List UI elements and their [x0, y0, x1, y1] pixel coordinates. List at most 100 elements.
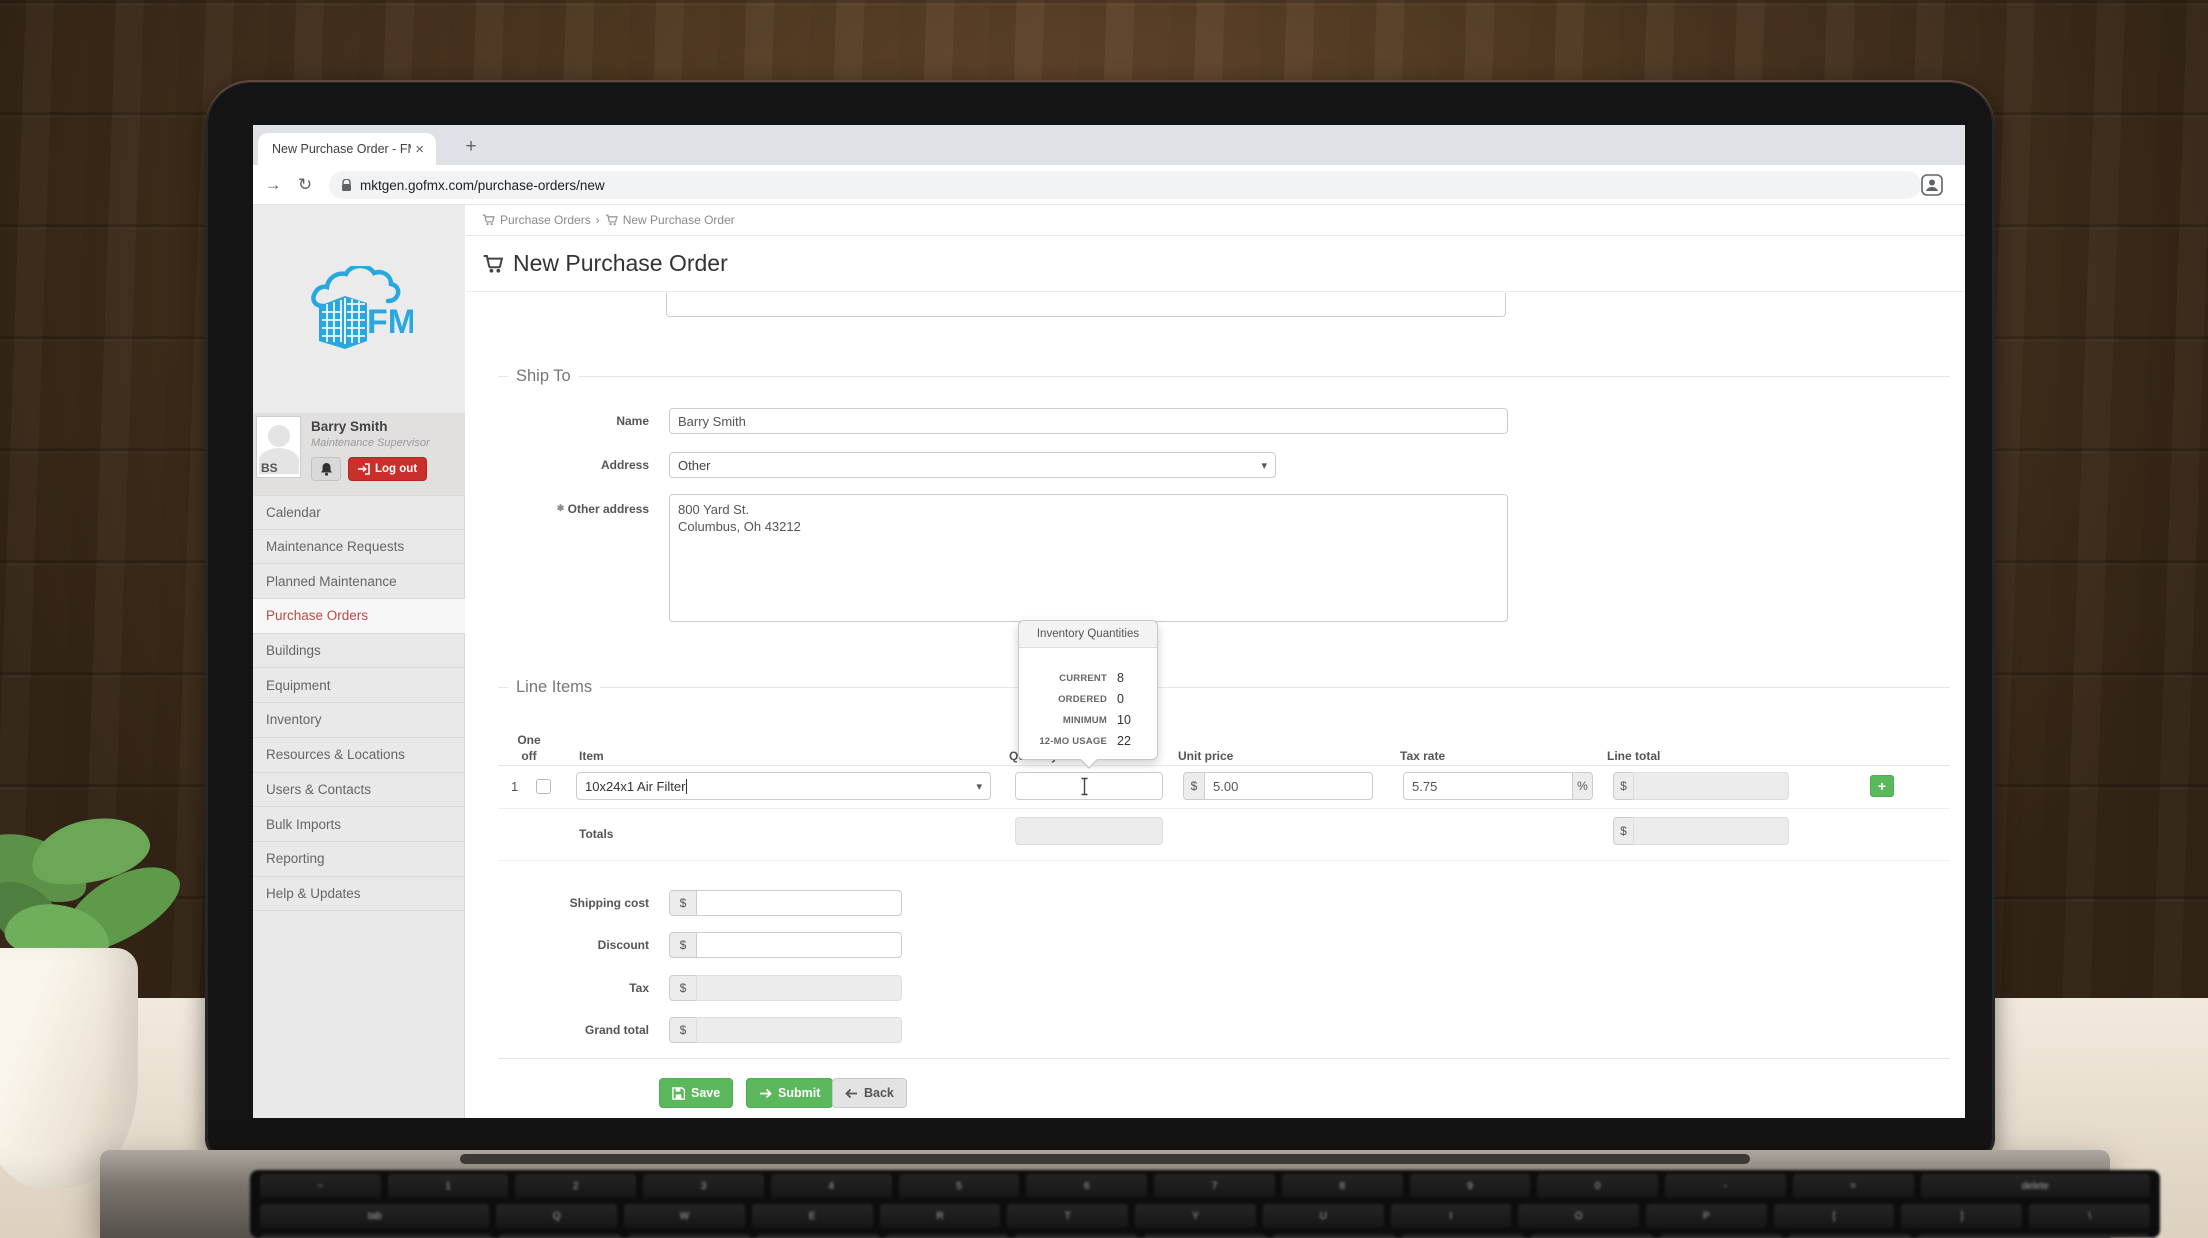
ship-to-legend: Ship To	[508, 367, 579, 386]
page-title: New Purchase Order	[513, 250, 728, 277]
tax-rate-input[interactable]	[1403, 772, 1573, 800]
keyboard-key: K	[1402, 1234, 1524, 1238]
discount-input[interactable]	[696, 932, 902, 958]
keyboard-key: ;	[1660, 1234, 1782, 1238]
scene: New Purchase Order - FMX × + → ↻ mktgen.…	[0, 0, 2208, 1238]
forward-icon[interactable]: →	[261, 173, 285, 197]
ibeam-cursor	[1079, 777, 1090, 796]
main-content: Purchase Orders › New Purchase Order New…	[466, 205, 1965, 1118]
ship-to-name-input[interactable]	[669, 408, 1508, 434]
sidebar-item-reporting[interactable]: Reporting	[253, 842, 465, 877]
col-header-tax-rate: Tax rate	[1400, 749, 1445, 763]
keyboard-key: 3	[643, 1174, 764, 1198]
currency-addon: $	[669, 890, 697, 916]
keyboard-key: [	[1774, 1204, 1895, 1228]
item-combobox[interactable]: 10x24x1 Air Filter ▾	[576, 772, 991, 800]
one-off-checkbox[interactable]	[536, 779, 551, 794]
unit-price-input[interactable]	[1204, 772, 1373, 800]
required-icon: ✱	[557, 503, 565, 513]
keyboard-key: return	[1918, 1234, 2150, 1238]
address-select[interactable]: Other ▾	[669, 452, 1276, 478]
keyboard-key: =	[1793, 1174, 1914, 1198]
breadcrumb-separator: ›	[596, 213, 600, 227]
quantity-total-input	[1015, 817, 1163, 845]
shipping-cost-input[interactable]	[696, 890, 902, 916]
user-name: Barry Smith	[311, 419, 388, 434]
item-value: 10x24x1 Air Filter	[585, 779, 685, 794]
sidebar-item-resources-locations[interactable]: Resources & Locations	[253, 738, 465, 773]
sidebar-item-users-contacts[interactable]: Users & Contacts	[253, 773, 465, 808]
lock-icon	[341, 179, 352, 192]
tax-input	[696, 975, 902, 1001]
currency-addon: $	[1613, 772, 1634, 800]
sidebar-item-buildings[interactable]: Buildings	[253, 634, 465, 669]
sidebar-item-equipment[interactable]: Equipment	[253, 668, 465, 703]
keyboard-key: 0	[1537, 1174, 1658, 1198]
popover-title: Inventory Quantities	[1019, 621, 1157, 648]
save-button[interactable]: Save	[659, 1078, 733, 1108]
logout-icon	[358, 463, 370, 475]
keyboard-key: U	[1263, 1204, 1384, 1228]
keyboard-key: J	[1273, 1234, 1395, 1238]
keyboard-key: G	[1015, 1234, 1137, 1238]
keyboard-key: 5	[899, 1174, 1020, 1198]
sidebar-item-help-updates[interactable]: Help & Updates	[253, 877, 465, 912]
keyboard-key: 7	[1154, 1174, 1275, 1198]
bell-icon	[320, 462, 333, 476]
currency-addon: $	[669, 1017, 697, 1043]
popover-row: 12-MO USAGE 22	[1019, 731, 1159, 752]
fmx-logo[interactable]: FMX	[253, 205, 465, 413]
keyboard-key: 9	[1410, 1174, 1531, 1198]
url-bar[interactable]: mktgen.gofmx.com/purchase-orders/new	[329, 171, 1921, 199]
tab-close-icon[interactable]: ×	[411, 141, 428, 158]
keyboard-key: I	[1391, 1204, 1512, 1228]
shipping-cost-label: Shipping cost	[466, 896, 649, 910]
sidebar-item-inventory[interactable]: Inventory	[253, 703, 465, 738]
submit-button[interactable]: Submit	[746, 1078, 833, 1108]
browser-tab[interactable]: New Purchase Order - FMX ×	[258, 133, 436, 165]
chevron-down-icon: ▾	[976, 780, 982, 793]
keyboard-key: O	[1518, 1204, 1639, 1228]
sidebar-item-maintenance-requests[interactable]: Maintenance Requests	[253, 530, 465, 565]
cut-off-field[interactable]	[666, 293, 1506, 317]
address-label: Address	[466, 458, 649, 472]
keyboard-key: 8	[1282, 1174, 1403, 1198]
keyboard-key: tab	[260, 1204, 489, 1228]
popover-row: CURRENT 8	[1019, 668, 1159, 689]
keyboard-key: ~	[260, 1174, 381, 1198]
chevron-down-icon: ▾	[1261, 459, 1267, 472]
arrow-right-icon	[759, 1088, 772, 1099]
other-address-textarea[interactable]: 800 Yard St. Columbus, Oh 43212	[669, 494, 1508, 622]
browser-profile-icon[interactable]	[1921, 174, 1943, 196]
save-label: Save	[691, 1086, 720, 1100]
save-icon	[672, 1087, 685, 1100]
keyboard-key: delete	[1921, 1174, 2150, 1198]
cart-icon	[605, 214, 618, 226]
back-button[interactable]: Back	[832, 1078, 907, 1108]
sidebar-item-bulk-imports[interactable]: Bulk Imports	[253, 807, 465, 842]
user-initials: BS	[261, 461, 278, 475]
discount-label: Discount	[466, 938, 649, 952]
notifications-button[interactable]	[311, 457, 341, 481]
browser-toolbar: → ↻ mktgen.gofmx.com/purchase-orders/new	[253, 165, 1965, 205]
keyboard-key: Q	[496, 1204, 617, 1228]
keyboard-key: 4	[771, 1174, 892, 1198]
logout-button[interactable]: Log out	[348, 457, 427, 481]
totals-label: Totals	[579, 827, 613, 841]
popover-row: ORDERED 0	[1019, 689, 1159, 710]
add-line-item-button[interactable]: +	[1870, 775, 1894, 797]
sidebar-item-planned-maintenance[interactable]: Planned Maintenance	[253, 564, 465, 599]
user-role: Maintenance Supervisor	[311, 437, 430, 449]
new-tab-button[interactable]: +	[457, 133, 485, 161]
reload-icon[interactable]: ↻	[293, 173, 317, 197]
keyboard-key: P	[1646, 1204, 1767, 1228]
laptop-hinge	[460, 1154, 1750, 1164]
sidebar-item-calendar[interactable]: Calendar	[253, 495, 465, 530]
sidebar-item-purchase-orders[interactable]: Purchase Orders	[253, 599, 465, 634]
col-header-unit-price: Unit price	[1178, 749, 1233, 763]
keyboard-key: '	[1789, 1234, 1911, 1238]
keyboard-key: E	[752, 1204, 873, 1228]
breadcrumb-link-purchase-orders[interactable]: Purchase Orders	[500, 213, 591, 227]
browser-window: New Purchase Order - FMX × + → ↻ mktgen.…	[253, 125, 1965, 1118]
keyboard-key: ]	[1901, 1204, 2022, 1228]
